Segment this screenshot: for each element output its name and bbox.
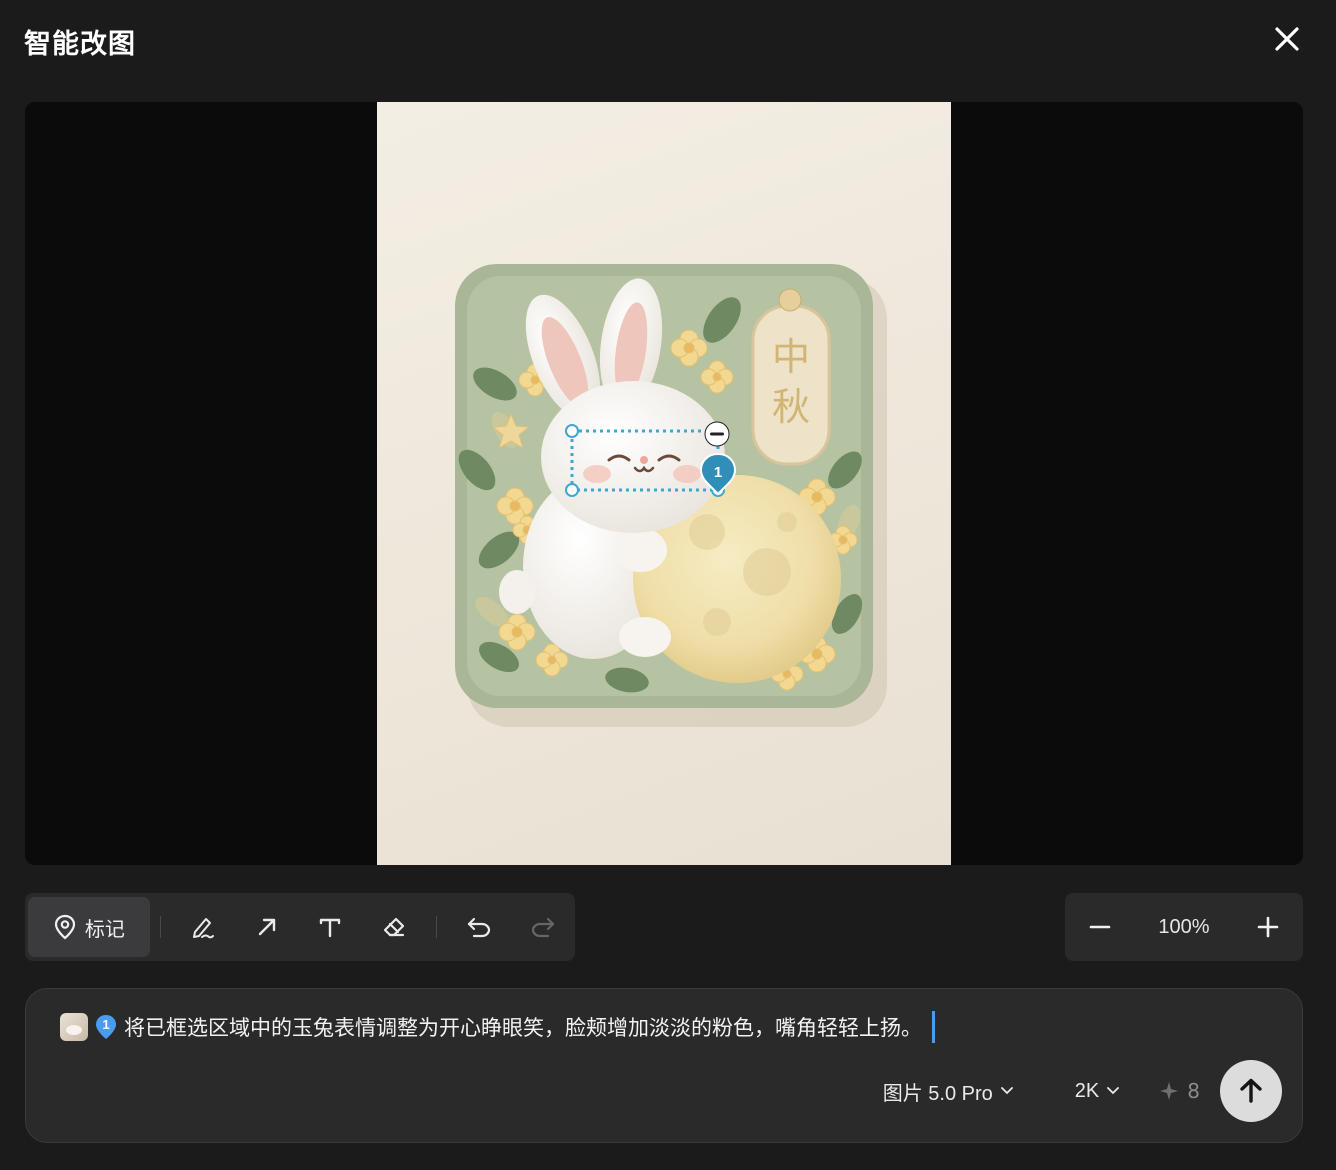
undo-icon: [468, 917, 491, 938]
page-title: 智能改图: [24, 29, 136, 60]
zoom-level: 100%: [1158, 915, 1210, 938]
prompt-input[interactable]: 1 将已框选区域中的玉兔表情调整为开心睁眼笑，脸颊增加淡淡的粉色，嘴角轻轻上扬。…: [25, 988, 1303, 1143]
text-icon: [320, 918, 341, 938]
chevron-down-icon: [1107, 1087, 1120, 1095]
chevron-down-icon: [1000, 1087, 1013, 1095]
redo-icon: [531, 917, 555, 938]
arrow-icon: [258, 918, 275, 936]
edited-image: 中 秋 1: [377, 102, 951, 865]
toolbar-divider: [436, 916, 438, 938]
minus-icon: [1089, 925, 1111, 929]
resolution-select-value: 2K: [1074, 1079, 1100, 1102]
close-icon: [1275, 27, 1299, 51]
plus-icon: [1257, 916, 1279, 938]
redo-button[interactable]: [511, 897, 575, 957]
tag-char-qiu: 秋: [772, 385, 810, 429]
remove-selection-button[interactable]: [704, 421, 730, 447]
zoom-out-button[interactable]: [1083, 910, 1117, 944]
text-caret: [932, 1011, 935, 1043]
zoom-control: 100%: [1065, 893, 1303, 961]
close-button[interactable]: [1266, 18, 1308, 60]
location-pin-icon: [54, 914, 75, 940]
undo-button[interactable]: [447, 897, 511, 957]
pen-icon: [192, 918, 214, 939]
mark-tool-label: 标记: [84, 916, 125, 941]
prompt-line: 1 将已框选区域中的玉兔表情调整为开心睁眼笑，脸颊增加淡淡的粉色，嘴角轻轻上扬。: [60, 1011, 1272, 1043]
credit-cost-value: 8: [1187, 1079, 1200, 1103]
marker-chip-number: 1: [102, 1017, 109, 1032]
send-button[interactable]: [1220, 1060, 1282, 1122]
marker-chip-icon: 1: [96, 1015, 116, 1039]
pen-tool-button[interactable]: [171, 897, 235, 957]
resolution-select[interactable]: 2K: [1074, 1079, 1120, 1103]
image-canvas[interactable]: 中 秋 1: [25, 102, 1303, 865]
annotation-toolbar: 标记: [25, 893, 575, 961]
mark-tool-button[interactable]: 标记: [28, 897, 150, 957]
arrow-tool-button[interactable]: [235, 897, 299, 957]
prompt-text[interactable]: 将已框选区域中的玉兔表情调整为开心睁眼笑，脸颊增加淡淡的粉色，嘴角轻轻上扬。: [124, 1012, 922, 1042]
zoom-in-button[interactable]: [1251, 910, 1285, 944]
credit-cost: 8: [1159, 1079, 1200, 1103]
toolbar-divider: [159, 916, 161, 938]
eraser-tool-button[interactable]: [362, 897, 426, 957]
reference-image-thumbnail: [60, 1013, 88, 1041]
tag-char-zhong: 中: [772, 335, 810, 379]
eraser-icon: [384, 917, 405, 937]
model-select-value: 图片 5.0 Pro: [882, 1082, 993, 1105]
sparkle-icon: [1160, 1082, 1179, 1100]
text-tool-button[interactable]: [299, 897, 363, 957]
model-select[interactable]: 图片 5.0 Pro: [883, 1077, 1013, 1106]
arrow-up-icon: [1240, 1078, 1262, 1103]
marker-number: 1: [714, 464, 722, 481]
prompt-footer: 图片 5.0 Pro 2K 8: [883, 1060, 1282, 1122]
